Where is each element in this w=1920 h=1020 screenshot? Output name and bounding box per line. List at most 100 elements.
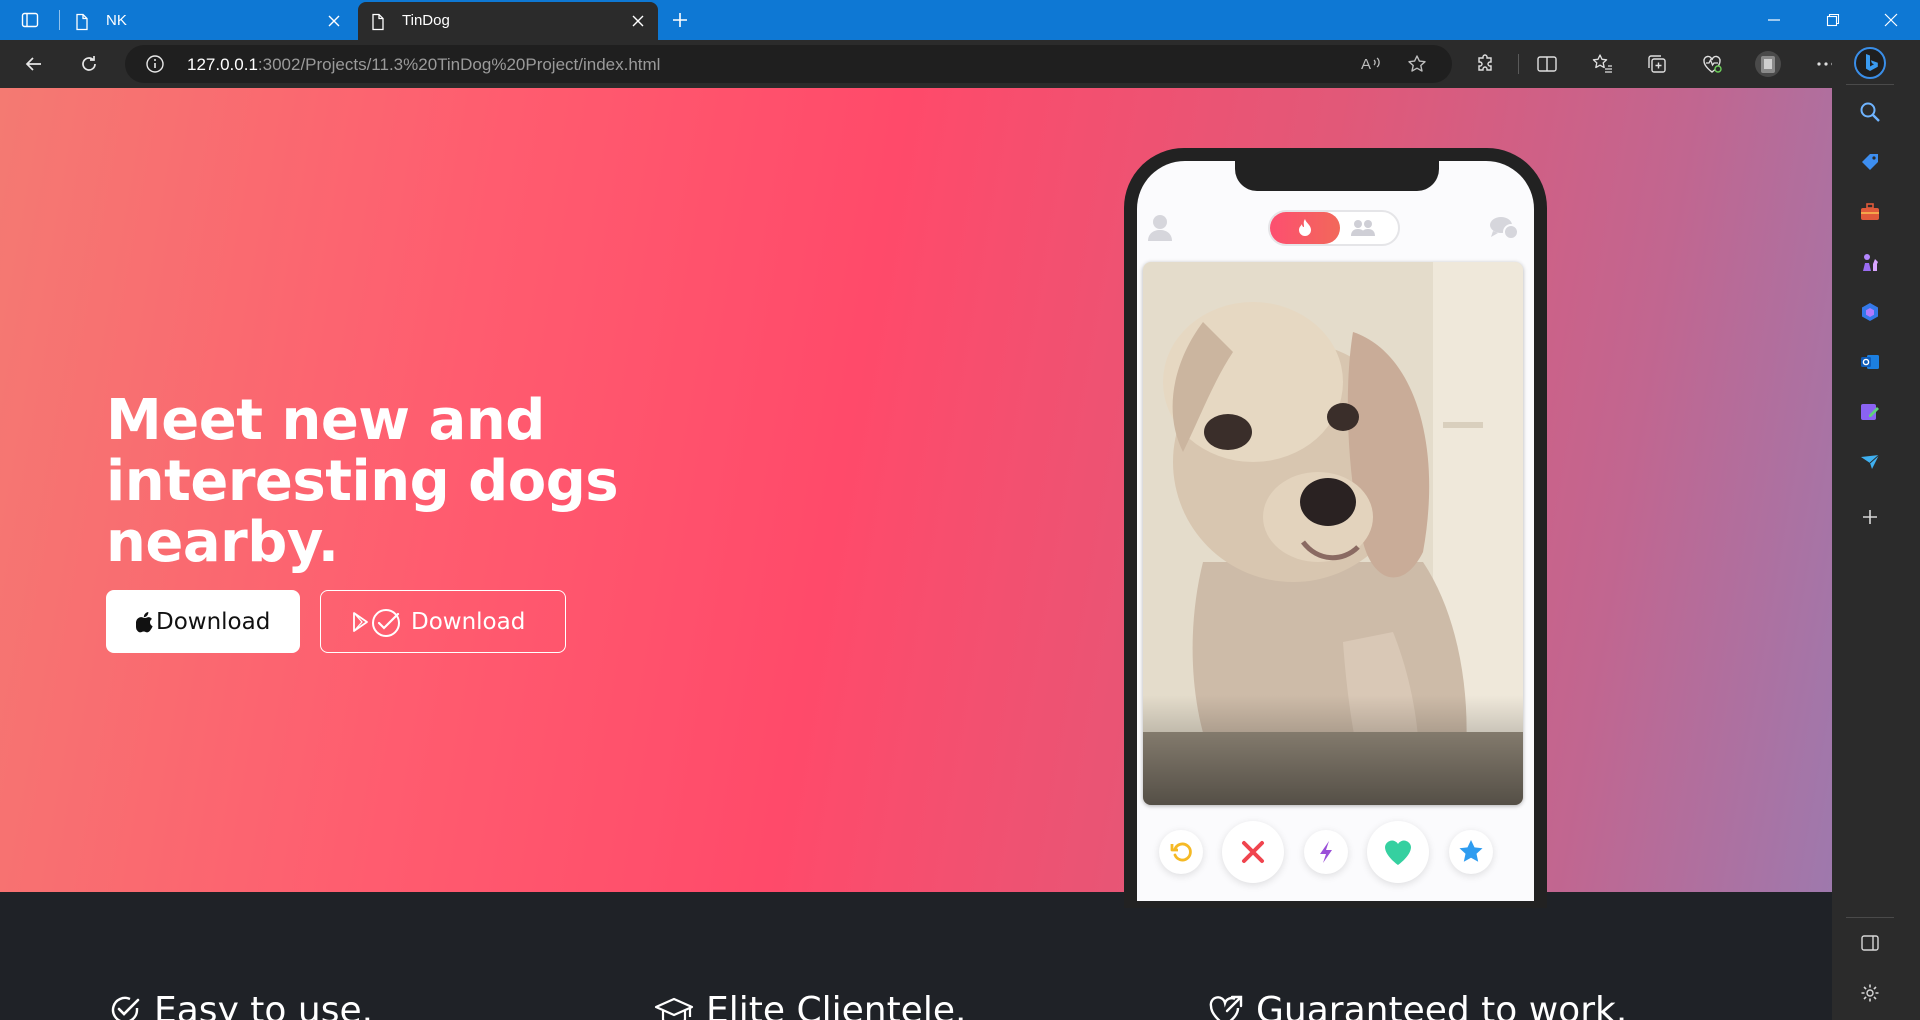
sidebar-designer-button[interactable] <box>1852 394 1888 430</box>
plus-icon <box>673 13 687 27</box>
dog-photo-card <box>1143 262 1523 805</box>
sidebar-tools-button[interactable] <box>1852 194 1888 230</box>
split-screen-icon <box>1537 56 1557 72</box>
circle-check-icon <box>108 993 142 1020</box>
boost-lightning-icon <box>1304 830 1348 874</box>
copilot-icon <box>1862 303 1878 321</box>
url-host: 127.0.0.1 <box>187 55 258 74</box>
swipe-actions <box>1137 816 1534 886</box>
puzzle-icon <box>1478 54 1492 71</box>
address-bar[interactable]: 127.0.0.1:3002/Projects/11.3%20TinDog%20… <box>125 45 1452 83</box>
feature-easy-to-use: Easy to use. <box>108 980 373 1020</box>
refresh-button[interactable] <box>71 46 107 82</box>
split-screen-button[interactable] <box>1529 46 1565 82</box>
plus-icon <box>1863 510 1877 524</box>
toolbar-separator <box>1518 54 1519 74</box>
sidebar-panel-icon <box>1861 935 1879 951</box>
close-icon <box>1884 13 1898 27</box>
sidebar-copilot-button[interactable] <box>1852 294 1888 330</box>
read-aloud-icon[interactable]: A <box>1360 53 1382 75</box>
sidebar-separator <box>1846 917 1894 918</box>
bing-icon <box>1854 47 1886 79</box>
minimize-button[interactable] <box>1745 0 1803 40</box>
hero-section: Meet new and interesting dogs nearby. Do… <box>0 88 1832 908</box>
tab-title: NK <box>106 12 127 29</box>
tag-icon <box>1862 154 1878 170</box>
favorites-list-icon <box>1592 54 1612 73</box>
apple-download-button[interactable]: Download <box>106 590 300 653</box>
profile-button[interactable] <box>1750 46 1786 82</box>
feature-elite-clientele: Elite Clientele. <box>654 980 966 1020</box>
page-viewport: Meet new and interesting dogs nearby. Do… <box>0 88 1832 1020</box>
page-icon <box>74 13 90 31</box>
sidebar-add-button[interactable] <box>1852 499 1888 535</box>
apple-download-label: Download <box>156 608 271 635</box>
google-play-download-button[interactable]: Download <box>320 590 566 653</box>
rewind-icon <box>1159 830 1203 874</box>
tab-divider <box>59 10 60 30</box>
close-window-button[interactable] <box>1862 0 1920 40</box>
feature-title: Guaranteed to work. <box>1256 989 1628 1020</box>
graduation-cap-icon <box>654 993 694 1020</box>
restore-button[interactable] <box>1804 0 1862 40</box>
phone-notch <box>1235 161 1439 191</box>
tab-title: TinDog <box>402 12 450 29</box>
svg-text:A: A <box>1361 56 1371 73</box>
flame-icon <box>1270 212 1340 244</box>
browser-essentials-button[interactable] <box>1694 46 1730 82</box>
sidebar-outlook-button[interactable] <box>1852 344 1888 380</box>
sidebar-search-button[interactable] <box>1852 94 1888 130</box>
tab-nk[interactable]: NK <box>62 2 354 40</box>
designer-pen-icon <box>1861 404 1879 420</box>
url-text[interactable]: 127.0.0.1:3002/Projects/11.3%20TinDog%20… <box>187 55 660 75</box>
app-header <box>1137 209 1534 249</box>
restore-icon <box>1826 13 1840 27</box>
phone-screen <box>1137 161 1534 901</box>
outlook-icon <box>1861 355 1879 369</box>
tab-tindog[interactable]: TinDog <box>358 2 658 40</box>
extensions-button[interactable] <box>1468 46 1504 82</box>
edge-sidebar <box>1832 40 1920 1020</box>
google-play-download-label: Download <box>411 608 526 635</box>
gear-icon <box>1861 984 1879 1002</box>
heart-arrow-icon <box>1208 993 1244 1020</box>
heart-pulse-icon <box>1703 55 1722 73</box>
collections-button[interactable] <box>1639 46 1675 82</box>
google-play-icon <box>351 605 401 639</box>
photo-shade <box>1143 695 1523 805</box>
super-like-star-icon <box>1449 830 1493 874</box>
tab-actions-button[interactable] <box>8 4 52 36</box>
sidebar-send-button[interactable] <box>1852 444 1888 480</box>
feature-title: Elite Clientele. <box>706 989 967 1020</box>
close-tab-icon[interactable] <box>326 13 342 29</box>
hero-headline: Meet new and interesting dogs nearby. <box>106 388 619 575</box>
url-path: :3002/Projects/11.3%20TinDog%20Project/i… <box>257 55 661 74</box>
favorites-button[interactable] <box>1584 46 1620 82</box>
paper-plane-icon <box>1861 454 1880 469</box>
apple-icon <box>136 611 154 633</box>
like-heart-icon <box>1367 821 1429 883</box>
hide-sidebar-button[interactable] <box>1852 925 1888 961</box>
back-button[interactable] <box>16 46 52 82</box>
sidebar-settings-button[interactable] <box>1852 975 1888 1011</box>
nope-x-icon <box>1222 821 1284 883</box>
sidebar-separator <box>1846 84 1894 85</box>
arrow-left-icon <box>25 57 41 71</box>
avatar <box>1755 51 1781 77</box>
profile-icon <box>1147 213 1173 243</box>
site-info-icon[interactable] <box>145 54 165 74</box>
sidebar-shopping-button[interactable] <box>1852 144 1888 180</box>
scrollbar-gutter <box>1830 88 1832 1020</box>
bing-copilot-button[interactable] <box>1852 45 1888 81</box>
collections-icon <box>1648 55 1666 73</box>
sidebar-games-button[interactable] <box>1852 244 1888 280</box>
close-tab-icon[interactable] <box>630 13 646 29</box>
page-icon <box>370 13 386 31</box>
group-icon <box>1348 218 1378 238</box>
minimize-icon <box>1768 19 1780 21</box>
favorite-star-icon[interactable] <box>1406 53 1428 75</box>
browser-toolbar: 127.0.0.1:3002/Projects/11.3%20TinDog%20… <box>0 40 1920 88</box>
chess-piece-icon <box>1863 254 1878 271</box>
chat-icon <box>1489 215 1519 241</box>
new-tab-button[interactable] <box>664 6 696 34</box>
